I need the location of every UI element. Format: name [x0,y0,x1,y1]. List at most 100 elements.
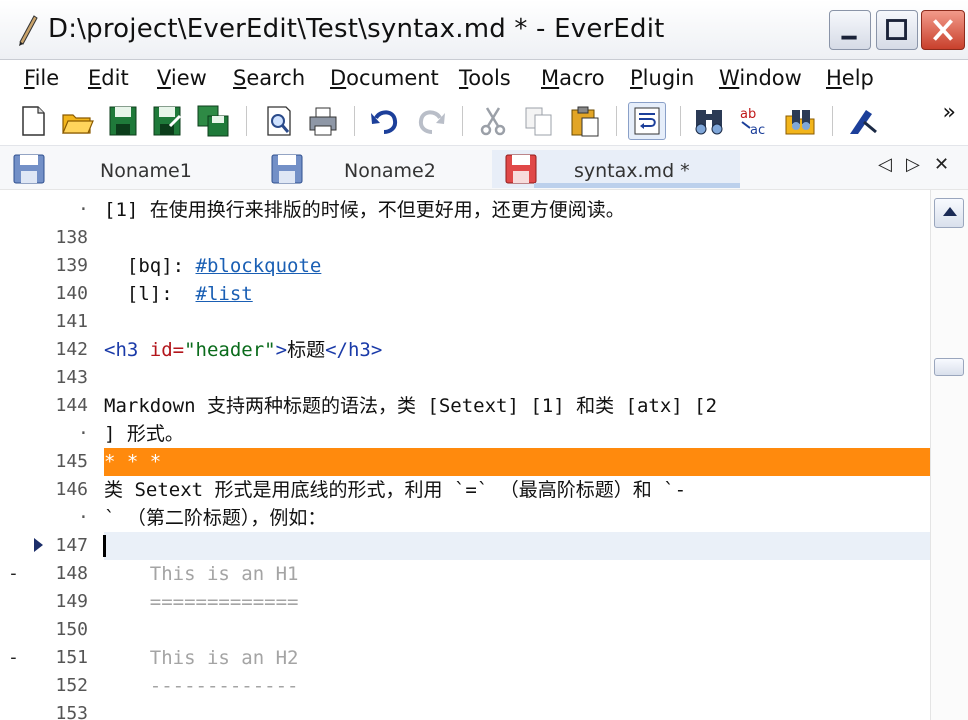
tab-bar: Noname1 Noname2 syntax.md * ◁ ▷ ✕ [0,146,968,190]
editor-line: 140 [l]: #list [0,280,930,308]
line-text: [l]: #list [104,283,253,305]
line-number: 146 [55,479,88,500]
toolbar-separator [832,106,833,136]
print-icon[interactable] [306,104,340,138]
line-number: 151 [55,647,88,668]
editor-area[interactable]: · [1] 在使用换行来排版的时候，不但更好用，还更方便阅读。 138 139 … [0,190,930,720]
replace-icon[interactable]: ab ac [738,104,772,138]
new-file-icon[interactable] [16,104,50,138]
save-all-icon[interactable] [196,104,230,138]
menu-search[interactable]: Search [233,66,305,90]
tab-syntax-md[interactable]: syntax.md * [492,150,740,188]
line-text: This is an H2 [104,647,299,669]
svg-text:ab: ab [740,107,756,122]
find-icon[interactable] [692,104,726,138]
line-number: 143 [55,367,88,388]
tab-noname1[interactable]: Noname1 [0,150,250,188]
line-number: 144 [55,395,88,416]
menu-window[interactable]: Window [719,66,802,90]
line-number: 141 [55,311,88,332]
line-text: * * * [104,451,162,473]
editor-line: 144 Markdown 支持两种标题的语法，类 [Setext] [1] 和类… [0,392,930,420]
tab-label: Noname2 [344,160,436,182]
line-text: ============= [104,591,299,613]
toolbar: ab ac » [0,98,968,146]
close-icon [933,19,953,41]
anchor-link[interactable]: #blockquote [196,255,322,277]
open-folder-icon[interactable] [60,104,94,138]
tab-label: Noname1 [100,160,192,182]
tab-prev-button[interactable]: ◁ [878,154,892,175]
editor-line: 139 [bq]: #blockquote [0,252,930,280]
menu-help[interactable]: Help [826,66,874,90]
line-number: · [78,199,89,220]
editor-line: 141 [0,308,930,336]
line-number: · [78,423,89,444]
line-number: 149 [55,591,88,612]
close-window-button[interactable] [921,10,965,50]
toolbar-separator [246,106,247,136]
editor-line: 149 ============= [0,588,930,616]
line-number: 150 [55,619,88,640]
menu-document[interactable]: Document [330,66,439,90]
line-number: · [78,507,89,528]
modified-disk-icon [505,154,537,184]
saved-disk-icon [271,154,303,184]
editor-line: · ` （第二阶标题），例如： [0,504,930,532]
undo-icon[interactable] [368,104,402,138]
save-icon[interactable] [106,104,140,138]
tab-next-button[interactable]: ▷ [906,154,920,175]
minimize-button[interactable] [829,10,871,50]
text-cursor [103,535,106,557]
scrollbar-thumb[interactable] [934,358,964,376]
anchor-link[interactable]: #list [196,283,253,305]
save-as-icon[interactable] [150,104,184,138]
maximize-button[interactable] [876,10,918,50]
copy-icon[interactable] [522,104,556,138]
print-preview-icon[interactable] [262,104,296,138]
menu-plugin[interactable]: Plugin [630,66,694,90]
editor-line: 153 [0,700,930,720]
line-number: 140 [55,283,88,304]
word-wrap-icon[interactable] [628,102,666,140]
line-text: 类 Setext 形式是用底线的形式，利用 `=` （最高阶标题）和 `- [104,479,687,501]
menu-macro[interactable]: Macro [541,66,605,90]
editor-line: · [1] 在使用换行来排版的时候，不但更好用，还更方便阅读。 [0,196,930,224]
ruler-tool-icon[interactable] [846,104,880,138]
line-text: Markdown 支持两种标题的语法，类 [Setext] [1] 和类 [at… [104,395,718,417]
line-number: 152 [55,675,88,696]
vertical-scrollbar[interactable] [930,190,968,720]
window-title: D:\project\EverEdit\Test\syntax.md * - E… [48,14,665,44]
cut-icon[interactable] [476,104,510,138]
menu-file[interactable]: File [24,66,59,90]
editor-line: 138 [0,224,930,252]
paste-icon[interactable] [568,104,602,138]
editor-line: 146 类 Setext 形式是用底线的形式，利用 `=` （最高阶标题）和 `… [0,476,930,504]
menu-tools[interactable]: Tools [459,66,511,90]
menu-view[interactable]: View [157,66,207,90]
active-tab-indicator [534,183,740,188]
toolbar-separator [462,106,463,136]
redo-icon[interactable] [414,104,448,138]
tab-noname2[interactable]: Noname2 [258,150,494,188]
scroll-up-button[interactable] [934,198,964,228]
line-number: 148 [55,563,88,584]
tab-close-button[interactable]: ✕ [934,154,949,175]
line-text: ] 形式。 [104,423,184,445]
line-text: ` （第二阶标题），例如： [104,507,327,529]
toolbar-overflow-button[interactable]: » [943,100,956,125]
line-number: 138 [55,227,88,248]
editor-line: 142 <h3 id="header">标题</h3> [0,336,930,364]
title-bar: D:\project\EverEdit\Test\syntax.md * - E… [0,0,968,60]
tab-label: syntax.md * [574,160,690,182]
line-text: ------------- [104,675,299,697]
menu-bar: File Edit View Search Document Tools Mac… [0,60,968,98]
saved-disk-icon [13,154,45,184]
editor-line: 143 [0,364,930,392]
line-number: 145 [55,451,88,472]
find-in-files-icon[interactable] [784,104,818,138]
editor-line: - 151 This is an H2 [0,644,930,672]
menu-edit[interactable]: Edit [88,66,129,90]
everedit-app-icon [19,15,38,46]
editor-line: · ] 形式。 [0,420,930,448]
